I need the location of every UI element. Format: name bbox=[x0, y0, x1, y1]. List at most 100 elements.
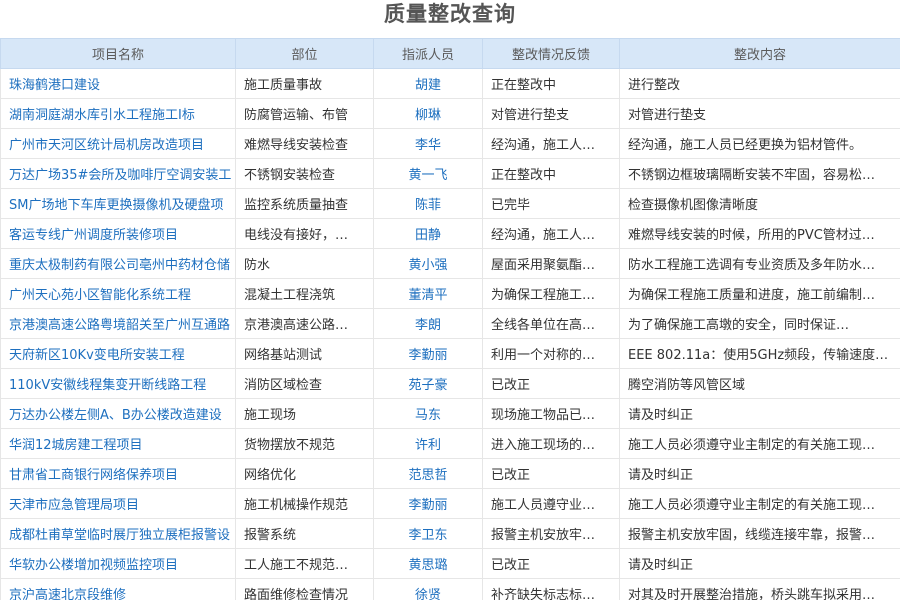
feedback-cell: 进入施工现场的… bbox=[482, 428, 620, 459]
feedback-cell: 利用一个对称的… bbox=[482, 338, 620, 369]
table-row: 珠海鹤港口建设 施工质量事故 胡建 正在整改中 进行整改 bbox=[0, 68, 900, 99]
part-cell: 工人施工不规范… bbox=[235, 548, 374, 579]
feedback-cell: 已完毕 bbox=[482, 188, 620, 219]
project-name-link[interactable]: 万达广场35#会所及咖啡厅空调安装工 bbox=[0, 158, 236, 189]
table-row: 京港澳高速公路粤境韶关至广州互通路 京港澳高速公路… 李朗 全线各单位在高… 为了确保施… bbox=[0, 308, 900, 339]
feedback-cell: 施工人员遵守业… bbox=[482, 488, 620, 519]
assignee-link[interactable]: 苑子豪 bbox=[373, 368, 483, 399]
feedback-cell: 经沟通，施工人… bbox=[482, 128, 620, 159]
content-cell: 检查摄像机图像清晰度 bbox=[619, 188, 900, 219]
content-cell: 对管进行垫支 bbox=[619, 98, 900, 129]
part-cell: 电线没有接好，… bbox=[235, 218, 374, 249]
part-cell: 不锈钢安装检查 bbox=[235, 158, 374, 189]
part-cell: 防腐管运输、布管 bbox=[235, 98, 374, 129]
assignee-link[interactable]: 范思哲 bbox=[373, 458, 483, 489]
feedback-cell: 为确保工程施工… bbox=[482, 278, 620, 309]
content-cell: 为了确保施工高墩的安全，同时保证… bbox=[619, 308, 900, 339]
project-name-link[interactable]: 广州市天河区统计局机房改造项目 bbox=[0, 128, 236, 159]
table-row: 天津市应急管理局项目 施工机械操作规范 李勤丽 施工人员遵守业… 施工人员必须遵守业主制… bbox=[0, 488, 900, 519]
assignee-link[interactable]: 黄思璐 bbox=[373, 548, 483, 579]
feedback-cell: 正在整改中 bbox=[482, 68, 620, 99]
header-part: 部位 bbox=[235, 38, 374, 69]
header-content: 整改内容 bbox=[619, 38, 900, 69]
assignee-link[interactable]: 黄一飞 bbox=[373, 158, 483, 189]
table-row: 万达办公楼左侧A、B办公楼改造建设 施工现场 马东 现场施工物品已… 请及时纠正 bbox=[0, 398, 900, 429]
part-cell: 施工机械操作规范 bbox=[235, 488, 374, 519]
content-cell: 为确保工程施工质量和进度，施工前编制… bbox=[619, 278, 900, 309]
part-cell: 混凝土工程浇筑 bbox=[235, 278, 374, 309]
feedback-cell: 全线各单位在高… bbox=[482, 308, 620, 339]
assignee-link[interactable]: 李华 bbox=[373, 128, 483, 159]
content-cell: 报警主机安放牢固，线缆连接牢靠，报警… bbox=[619, 518, 900, 549]
project-name-link[interactable]: 湖南洞庭湖水库引水工程施工I标 bbox=[0, 98, 236, 129]
part-cell: 京港澳高速公路… bbox=[235, 308, 374, 339]
assignee-link[interactable]: 许利 bbox=[373, 428, 483, 459]
project-name-link[interactable]: 甘肃省工商银行网络保养项目 bbox=[0, 458, 236, 489]
project-name-link[interactable]: 广州天心苑小区智能化系统工程 bbox=[0, 278, 236, 309]
content-cell: 难燃导线安装的时候，所用的PVC管材过… bbox=[619, 218, 900, 249]
assignee-link[interactable]: 陈菲 bbox=[373, 188, 483, 219]
feedback-cell: 屋面采用聚氨酯… bbox=[482, 248, 620, 279]
assignee-link[interactable]: 胡建 bbox=[373, 68, 483, 99]
feedback-cell: 对管进行垫支 bbox=[482, 98, 620, 129]
assignee-link[interactable]: 李勤丽 bbox=[373, 338, 483, 369]
assignee-link[interactable]: 马东 bbox=[373, 398, 483, 429]
table-row: 110kV安徽线程集变开断线路工程 消防区域检查 苑子豪 已改正 腾空消防等风管区域 bbox=[0, 368, 900, 399]
project-name-link[interactable]: SM广场地下车库更换摄像机及硬盘项 bbox=[0, 188, 236, 219]
assignee-link[interactable]: 李勤丽 bbox=[373, 488, 483, 519]
content-cell: 施工人员必须遵守业主制定的有关施工现… bbox=[619, 488, 900, 519]
table-row: 广州天心苑小区智能化系统工程 混凝土工程浇筑 董清平 为确保工程施工… 为确保工程施工质… bbox=[0, 278, 900, 309]
project-name-link[interactable]: 客运专线广州调度所装修项目 bbox=[0, 218, 236, 249]
content-cell: 腾空消防等风管区域 bbox=[619, 368, 900, 399]
content-cell: 防水工程施工选调有专业资质及多年防水… bbox=[619, 248, 900, 279]
project-name-link[interactable]: 华软办公楼增加视频监控项目 bbox=[0, 548, 236, 579]
table-row: 万达广场35#会所及咖啡厅空调安装工 不锈钢安装检查 黄一飞 正在整改中 不锈钢边框玻璃… bbox=[0, 158, 900, 189]
rectification-table: 项目名称 部位 指派人员 整改情况反馈 整改内容 珠海鹤港口建设 施工质量事故 胡建… bbox=[0, 38, 900, 600]
part-cell: 消防区域检查 bbox=[235, 368, 374, 399]
project-name-link[interactable]: 华润12城房建工程项目 bbox=[0, 428, 236, 459]
assignee-link[interactable]: 黄小强 bbox=[373, 248, 483, 279]
project-name-link[interactable]: 天津市应急管理局项目 bbox=[0, 488, 236, 519]
part-cell: 施工现场 bbox=[235, 398, 374, 429]
content-cell: 施工人员必须遵守业主制定的有关施工现… bbox=[619, 428, 900, 459]
table-row: SM广场地下车库更换摄像机及硬盘项 监控系统质量抽查 陈菲 已完毕 检查摄像机图像清晰度 bbox=[0, 188, 900, 219]
project-name-link[interactable]: 重庆太极制药有限公司亳州中药材仓储 bbox=[0, 248, 236, 279]
assignee-link[interactable]: 徐贤 bbox=[373, 578, 483, 600]
part-cell: 货物摆放不规范 bbox=[235, 428, 374, 459]
part-cell: 防水 bbox=[235, 248, 374, 279]
table-row: 重庆太极制药有限公司亳州中药材仓储 防水 黄小强 屋面采用聚氨酯… 防水工程施工选调有专… bbox=[0, 248, 900, 279]
table-row: 成都杜甫草堂临时展厅独立展柜报警设 报警系统 李卫东 报警主机安放牢… 报警主机安放牢固… bbox=[0, 518, 900, 549]
page-title: 质量整改查询 bbox=[384, 2, 516, 26]
table-row: 华润12城房建工程项目 货物摆放不规范 许利 进入施工现场的… 施工人员必须遵守业主制定… bbox=[0, 428, 900, 459]
feedback-cell: 经沟通，施工人… bbox=[482, 218, 620, 249]
part-cell: 路面维修检查情况 bbox=[235, 578, 374, 600]
part-cell: 难燃导线安装检查 bbox=[235, 128, 374, 159]
assignee-link[interactable]: 柳琳 bbox=[373, 98, 483, 129]
content-cell: 请及时纠正 bbox=[619, 458, 900, 489]
header-feedback: 整改情况反馈 bbox=[482, 38, 620, 69]
project-name-link[interactable]: 珠海鹤港口建设 bbox=[0, 68, 236, 99]
part-cell: 报警系统 bbox=[235, 518, 374, 549]
feedback-cell: 报警主机安放牢… bbox=[482, 518, 620, 549]
content-cell: 请及时纠正 bbox=[619, 398, 900, 429]
content-cell: 对其及时开展整治措施，桥头跳车拟采用… bbox=[619, 578, 900, 600]
assignee-link[interactable]: 田静 bbox=[373, 218, 483, 249]
feedback-cell: 已改正 bbox=[482, 368, 620, 399]
feedback-cell: 补齐缺失标志标… bbox=[482, 578, 620, 600]
feedback-cell: 已改正 bbox=[482, 548, 620, 579]
project-name-link[interactable]: 京港澳高速公路粤境韶关至广州互通路 bbox=[0, 308, 236, 339]
project-name-link[interactable]: 京沪高速北京段维修 bbox=[0, 578, 236, 600]
content-cell: 进行整改 bbox=[619, 68, 900, 99]
project-name-link[interactable]: 天府新区10Kv变电所安装工程 bbox=[0, 338, 236, 369]
part-cell: 施工质量事故 bbox=[235, 68, 374, 99]
project-name-link[interactable]: 110kV安徽线程集变开断线路工程 bbox=[0, 368, 236, 399]
assignee-link[interactable]: 李卫东 bbox=[373, 518, 483, 549]
table-row: 华软办公楼增加视频监控项目 工人施工不规范… 黄思璐 已改正 请及时纠正 bbox=[0, 548, 900, 579]
assignee-link[interactable]: 董清平 bbox=[373, 278, 483, 309]
assignee-link[interactable]: 李朗 bbox=[373, 308, 483, 339]
project-name-link[interactable]: 成都杜甫草堂临时展厅独立展柜报警设 bbox=[0, 518, 236, 549]
table-row: 客运专线广州调度所装修项目 电线没有接好，… 田静 经沟通，施工人… 难燃导线安装的时候… bbox=[0, 218, 900, 249]
content-cell: 请及时纠正 bbox=[619, 548, 900, 579]
table-row: 甘肃省工商银行网络保养项目 网络优化 范思哲 已改正 请及时纠正 bbox=[0, 458, 900, 489]
project-name-link[interactable]: 万达办公楼左侧A、B办公楼改造建设 bbox=[0, 398, 236, 429]
